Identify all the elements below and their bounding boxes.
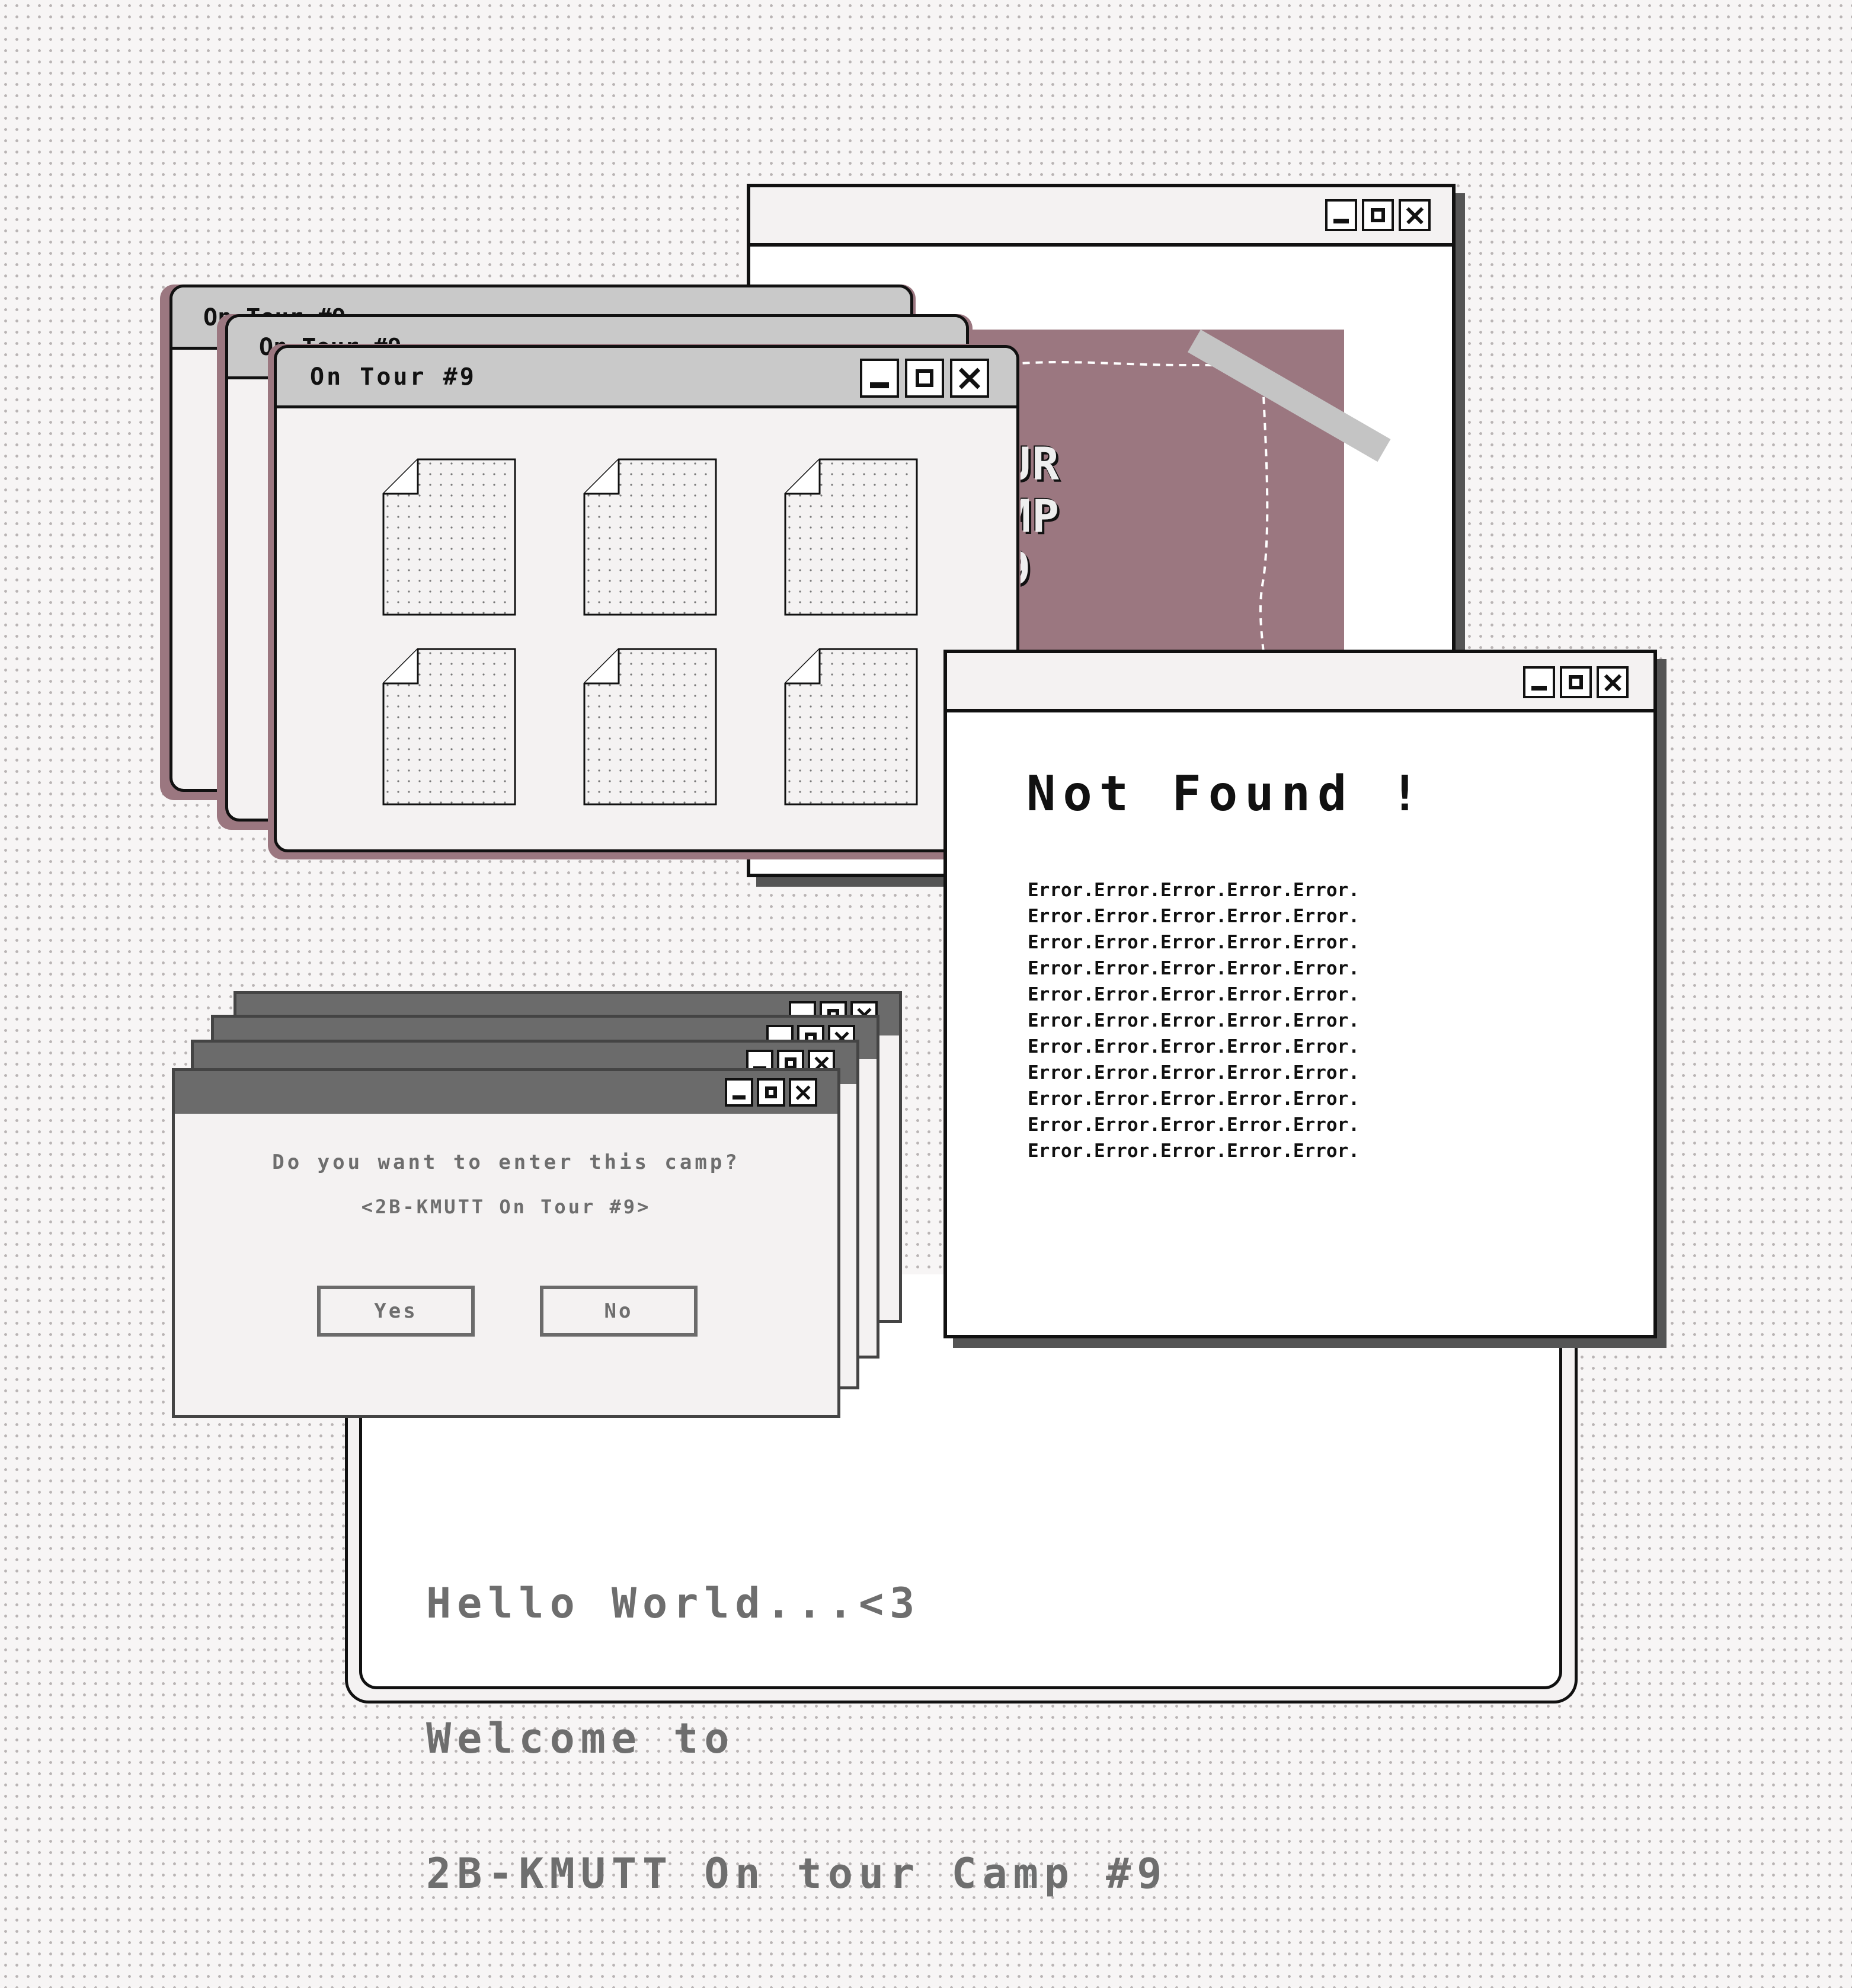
folder-window-controls [860,359,989,398]
minimize-icon[interactable] [725,1078,753,1107]
error-line: Error.Error.Error.Error.Error. [1028,958,1360,979]
minimize-icon[interactable] [1325,199,1357,231]
file-icon[interactable] [784,458,918,616]
welcome-line: Hello World...<3 [426,1579,921,1628]
file-icon[interactable] [583,458,717,616]
dialog-titlebar[interactable] [175,1071,837,1114]
poster-window-controls [1325,199,1431,231]
dialog-subtitle: <2B-KMUTT On Tour #9> [361,1196,651,1218]
error-line: Error.Error.Error.Error.Error. [1028,984,1360,1005]
close-icon[interactable] [789,1078,817,1107]
poster-window-titlebar[interactable] [750,187,1452,247]
window-title: On Tour #9 [310,363,476,391]
folder-window-titlebar[interactable]: On Tour #9 [277,348,1016,408]
error-line: Error.Error.Error.Error.Error. [1028,1140,1360,1162]
error-heading: Not Found ! [1026,766,1427,822]
minimize-icon[interactable] [860,359,899,398]
file-icon[interactable] [784,648,918,806]
error-window-controls [1523,666,1629,698]
dialog-controls [725,1078,817,1107]
maximize-icon[interactable] [757,1078,785,1107]
no-button[interactable]: No [540,1286,698,1337]
error-line: Error.Error.Error.Error.Error. [1028,932,1360,953]
file-icon[interactable] [382,648,516,806]
error-line: Error.Error.Error.Error.Error. [1028,880,1360,901]
file-icon[interactable] [382,458,516,616]
minimize-icon[interactable] [1523,666,1555,698]
error-window: Not Found ! Error.Error.Error.Error.Erro… [943,650,1657,1338]
dialog-window: Do you want to enter this camp? <2B-KMUT… [172,1068,840,1418]
yes-button[interactable]: Yes [317,1286,475,1337]
error-lines: Error.Error.Error.Error.Error. Error.Err… [1028,877,1360,1164]
error-line: Error.Error.Error.Error.Error. [1028,1062,1360,1084]
file-icon[interactable] [583,648,717,806]
close-icon[interactable] [950,359,989,398]
maximize-icon[interactable] [1560,666,1592,698]
error-line: Error.Error.Error.Error.Error. [1028,1036,1360,1057]
maximize-icon[interactable] [1362,199,1394,231]
close-icon[interactable] [1399,199,1431,231]
error-line: Error.Error.Error.Error.Error. [1028,1010,1360,1031]
folder-window: On Tour #9 [274,345,1019,852]
dialog-question: Do you want to enter this camp? [272,1150,740,1174]
error-line: Error.Error.Error.Error.Error. [1028,906,1360,927]
welcome-line: Welcome to [426,1714,735,1763]
maximize-icon[interactable] [905,359,944,398]
welcome-line: 2B-KMUTT On tour Camp #9 [426,1849,1168,1898]
close-icon[interactable] [1597,666,1629,698]
error-line: Error.Error.Error.Error.Error. [1028,1114,1360,1136]
welcome-text: Hello World...<3 Welcome to 2B-KMUTT On … [426,1491,1168,1986]
error-line: Error.Error.Error.Error.Error. [1028,1088,1360,1110]
error-window-titlebar[interactable] [947,653,1653,712]
